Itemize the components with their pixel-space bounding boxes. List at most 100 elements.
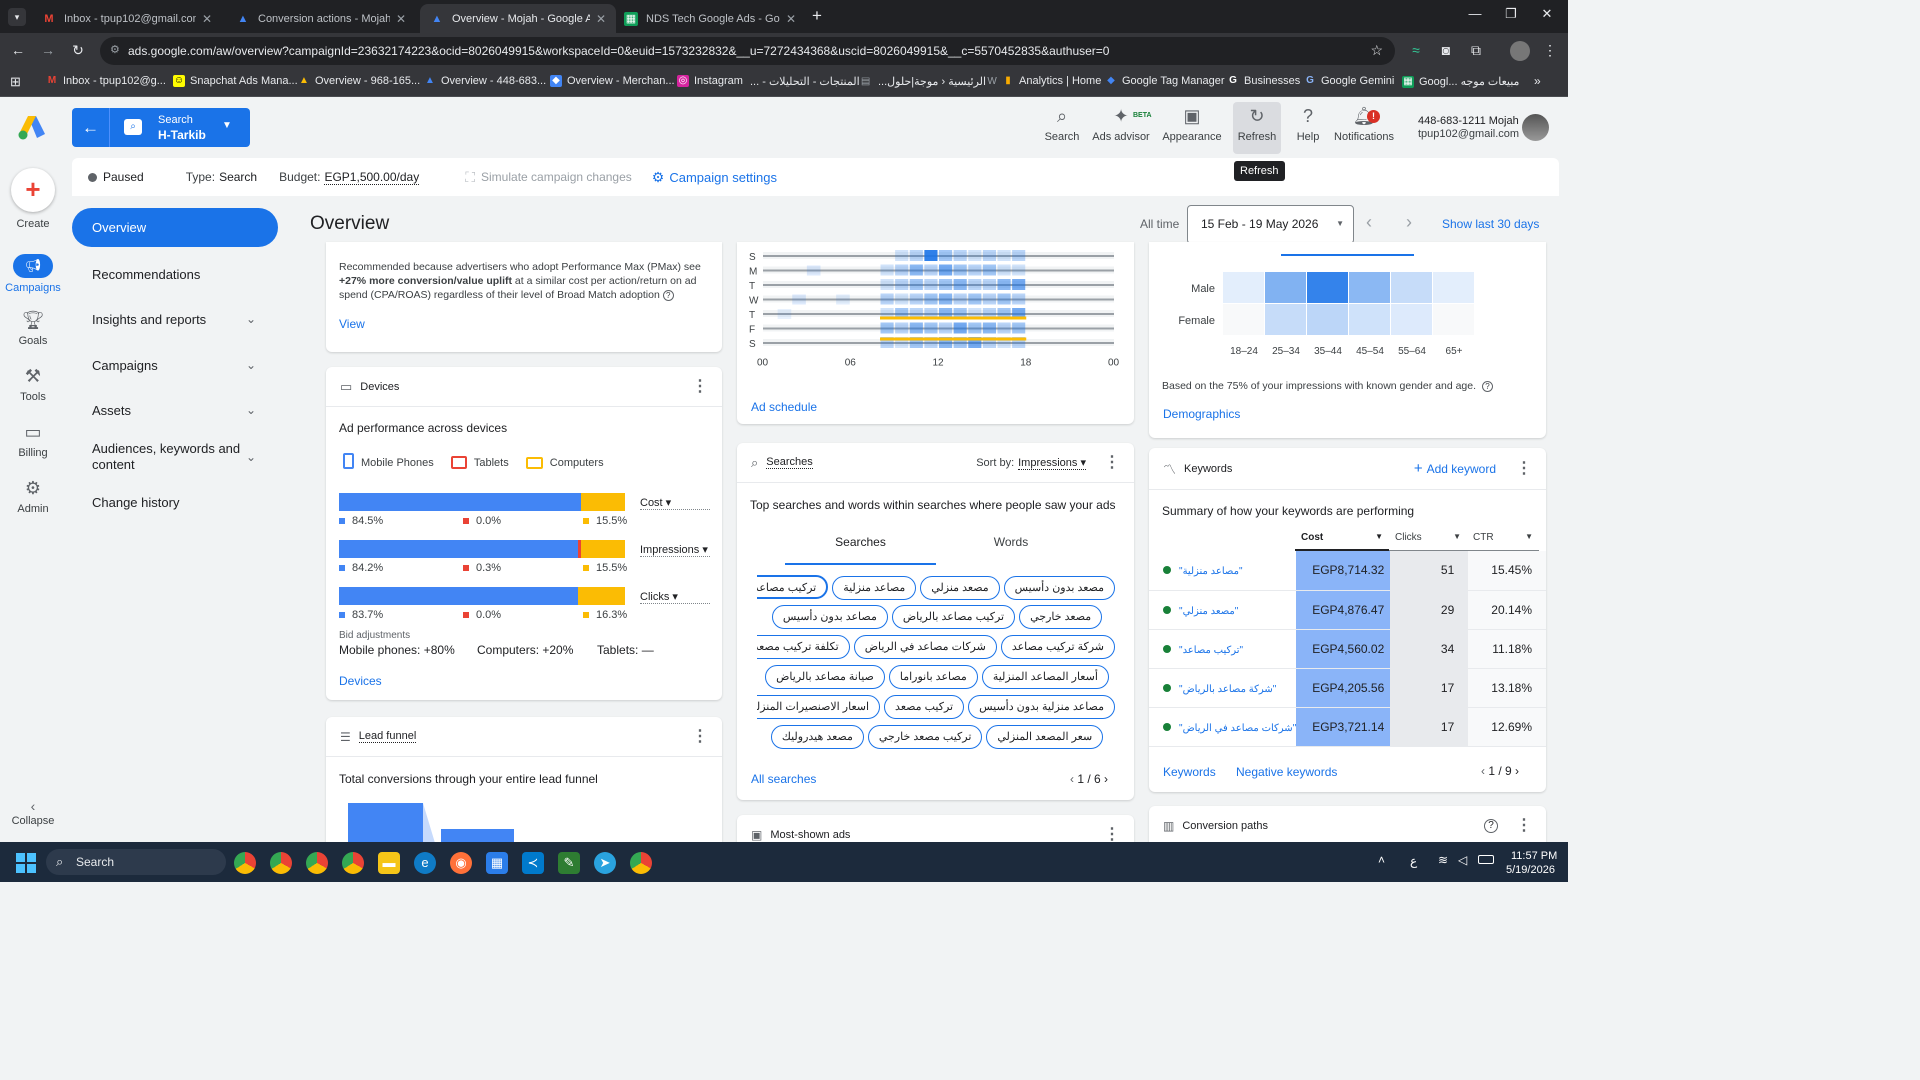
demographic-cell[interactable] [1349,272,1390,303]
ads-advisor-button[interactable]: ✦ Ads advisor BETA [1091,106,1151,143]
demographic-cell[interactable] [1391,304,1432,335]
search-term-chip[interactable]: تركيب مصاعد [757,575,829,599]
schedule-cell[interactable] [997,293,1011,305]
keyword-row[interactable]: "تركيب مصاعد" EGP4,560.02 34 11.18% [1149,629,1546,669]
campaign-settings-link[interactable]: Campaign settings [669,170,777,185]
notifications-button[interactable]: 🔔︎ Notifications ! [1334,106,1394,143]
vscode-icon[interactable]: ≺ [522,852,544,874]
budget-value[interactable]: EGP1,500.00/day [324,170,420,185]
schedule-cell[interactable] [924,250,938,261]
bookmark[interactable]: M Inbox - tpup102@g... [46,75,166,87]
schedule-cell[interactable] [909,322,923,334]
minimize-icon[interactable]: — [1460,6,1490,21]
account-avatar[interactable] [1522,114,1549,141]
bar-segment-computers[interactable] [578,587,625,605]
store-icon[interactable]: ▦ [486,852,508,874]
bar-segment-mobile[interactable] [339,493,581,511]
chevron-right-icon[interactable]: › [1515,764,1519,778]
chevron-left-icon[interactable]: ‹ [1481,764,1485,778]
schedule-cell[interactable] [836,294,850,305]
keywords-link[interactable]: Keywords [1163,765,1216,779]
more-options-icon[interactable]: ⋮ [692,728,708,744]
metric-selector-impressions[interactable]: Impressions ▾ [640,543,710,557]
schedule-cell[interactable] [1012,279,1026,290]
schedule-cell[interactable] [1012,322,1026,334]
refresh-button[interactable]: ↻ Refresh [1233,102,1281,154]
bookmark[interactable]: G Google Gemini [1304,75,1394,87]
demographic-cell[interactable] [1265,272,1306,303]
search-term-chip[interactable]: مصعد بدون دأسيس [1003,576,1115,600]
demographic-cell[interactable] [1223,304,1264,335]
search-term-chip[interactable]: مصعد هيدروليك [770,725,864,749]
more-options-icon[interactable]: ⋮ [1516,460,1532,476]
search-term-chip[interactable]: مصاعد بدون دأسيس [771,605,888,629]
schedule-cell[interactable] [968,250,982,261]
file-explorer-icon[interactable]: ▬ [378,852,400,874]
search-term-chip[interactable]: اسعار الاصنصيرات المنزليه [757,695,881,719]
browser-tab[interactable]: ▲ Conversion actions - Mojah - G✕ [226,4,416,33]
google-ads-logo-icon[interactable] [18,114,46,140]
demographics-link[interactable]: Demographics [1163,407,1240,421]
schedule-cell[interactable] [997,279,1011,290]
schedule-cell[interactable] [924,293,938,305]
browser-tab-active[interactable]: ▲ Overview - Mojah - Google Ads ✕ [420,4,616,33]
search-term-chip[interactable]: مصاعد بانوراما [888,665,978,689]
schedule-cell[interactable] [997,322,1011,334]
schedule-cell[interactable] [982,250,996,261]
schedule-cell[interactable] [939,264,953,276]
schedule-cell[interactable] [1012,264,1026,276]
keyword-link[interactable]: "شركة مصاعد بالرياض" [1179,684,1276,695]
search-term-chip[interactable]: سعر المصعد المنزلي [986,725,1104,749]
create-button[interactable]: + Create [0,168,66,230]
info-icon[interactable]: ? [662,290,674,301]
nav-overview[interactable]: Overview [72,208,278,247]
bookmark[interactable]: ▤ المنتجات - التحليلات - ... [750,75,877,89]
keyword-link[interactable]: "مصاعد منزلية" [1179,566,1243,577]
tray-chevron-icon[interactable]: ˄ [1378,853,1385,867]
more-options-icon[interactable]: ⋮ [692,378,708,394]
help-icon[interactable]: ? [1484,818,1498,833]
date-range-picker[interactable]: 15 Feb - 19 May 2026 ▼ [1187,205,1354,244]
close-window-icon[interactable]: ✕ [1532,6,1562,22]
schedule-cell[interactable] [953,264,967,276]
schedule-cell[interactable] [953,279,967,290]
keyword-link[interactable]: "مصعد منزلي" [1179,606,1238,617]
schedule-cell[interactable] [968,322,982,334]
schedule-cell[interactable] [895,250,909,261]
schedule-cell[interactable] [997,264,1011,276]
search-term-chip[interactable]: تكلفة تركيب مصعد منزلي [757,635,850,659]
reload-icon[interactable]: ↻ [68,42,88,59]
account-id[interactable]: 448-683-1211 Mojah [1418,115,1519,127]
search-term-chip[interactable]: تركيب مصاعد بالرياض [891,605,1016,629]
chevron-left-icon[interactable]: ‹ [1070,772,1074,786]
search-term-chip[interactable]: تركيب مصعد خارجي [867,725,983,749]
keyword-link[interactable]: "تركيب مصاعد" [1179,645,1243,656]
schedule-cell[interactable] [968,264,982,276]
forward-icon[interactable]: → [38,42,58,58]
more-options-icon[interactable]: ⋮ [1516,817,1532,833]
schedule-cell[interactable] [953,322,967,334]
keyword-row[interactable]: "مصعد منزلي" EGP4,876.47 29 20.14% [1149,590,1546,630]
tab-searches[interactable]: Searches [785,535,936,565]
notepad-icon[interactable]: ✎ [558,852,580,874]
more-options-icon[interactable]: ⋮ [1104,826,1120,842]
apps-grid-icon[interactable]: ⊞ [10,74,21,90]
keyword-row[interactable]: "شركات مصاعد في الرياض" EGP3,721.14 17 12.6… [1149,707,1546,747]
schedule-cell[interactable] [953,250,967,261]
chevron-right-icon[interactable]: › [1104,772,1108,786]
schedule-cell[interactable] [939,250,953,261]
demographic-cell[interactable] [1307,272,1348,303]
collapse-button[interactable]: ‹ Collapse [0,798,66,827]
help-icon[interactable]: ? [1481,381,1493,392]
extension-icon[interactable]: ≈ [1406,42,1426,58]
bar-segment-computers[interactable] [580,493,625,511]
schedule-cell[interactable] [924,264,938,276]
schedule-cell[interactable] [982,322,996,334]
schedule-cell[interactable] [1012,250,1026,261]
bar-segment-mobile[interactable] [339,540,578,558]
header-search-button[interactable]: ⌕ Search [1032,106,1092,143]
view-recommendation-link[interactable]: View [339,317,365,331]
schedule-cell[interactable] [792,294,806,305]
back-arrow-icon[interactable]: ← [72,108,110,147]
nav-assets[interactable]: Assets ⌄ [72,398,278,422]
